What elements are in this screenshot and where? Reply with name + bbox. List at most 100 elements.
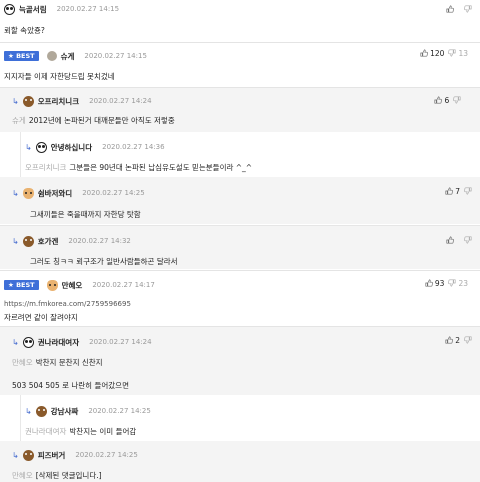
avatar	[22, 449, 34, 461]
reply-arrow-icon: ↳	[12, 188, 19, 198]
best-badge: ★ BEST	[4, 280, 39, 290]
comment-header: ↳ 피즈버거 2020.02.27 14:25	[12, 449, 138, 461]
vote-controls: 7	[445, 185, 472, 197]
vote-controls: 2	[445, 334, 472, 346]
comment-header: 늑골서림 2020.02.27 14:15	[4, 3, 119, 15]
avatar	[22, 187, 34, 199]
comment-date: 2020.02.27 14:17	[92, 281, 155, 289]
comment-author[interactable]: 슈게	[61, 51, 75, 62]
reply-target[interactable]: 슈게	[12, 116, 26, 125]
avatar	[46, 51, 57, 61]
reply-item: ↳ 쉼바저와디 2020.02.27 14:25 7 그새끼들은 죽을때까지 자…	[0, 177, 480, 224]
comment-date: 2020.02.27 14:15	[84, 52, 147, 60]
thumbs-up-icon[interactable]	[434, 96, 443, 104]
reply-arrow-icon: ↳	[12, 96, 19, 106]
comment-text: 만혜오 [삭제된 댓글입니다.]	[12, 471, 102, 480]
thumbs-up-icon[interactable]	[420, 49, 428, 57]
comment-date: 2020.02.27 14:25	[88, 407, 151, 415]
comment-date: 2020.02.27 14:32	[68, 237, 131, 245]
reply-arrow-icon: ↳	[12, 337, 19, 347]
comment-header: ↳ 강남사짜 2020.02.27 14:25	[25, 405, 151, 417]
comment-link[interactable]: https://m.fmkorea.com/2759596695	[4, 300, 131, 308]
comment-item-best: ★ BEST 만혜오 2020.02.27 14:17 93 23 https:…	[0, 271, 480, 325]
vote-controls: 120 13	[420, 47, 472, 59]
upvote-count: 120	[430, 48, 445, 58]
reply-arrow-icon: ↳	[25, 142, 32, 152]
comment-author[interactable]: 쉼바저와디	[38, 188, 73, 199]
reply-item: ↳ 오프리치니크 2020.02.27 14:24 6 0 슈게2012년에 논…	[0, 88, 480, 132]
comment-author[interactable]: 피즈버거	[38, 450, 66, 461]
comment-text: 지지자들 이제 자한당드립 못치겄네	[4, 72, 115, 81]
thumbs-down-icon[interactable]	[464, 236, 472, 244]
comment-header: ★ BEST 슈게 2020.02.27 14:15	[4, 50, 147, 62]
reply-target[interactable]: 권나라대여자	[25, 427, 66, 436]
reply-arrow-icon: ↳	[25, 406, 32, 416]
reply-item: ↳ 호가겐 2020.02.27 14:32 그러도 칭ㅋㅋ 뢰구조가 일반사람…	[0, 225, 480, 269]
thumbs-up-icon[interactable]	[446, 5, 454, 13]
comment-header: ↳ 호가겐 2020.02.27 14:32	[12, 235, 131, 247]
thumbs-up-icon[interactable]	[445, 336, 454, 344]
comment-date: 2020.02.27 14:24	[89, 338, 152, 346]
thumbs-down-icon[interactable]	[448, 49, 456, 57]
reply-target[interactable]: 만혜오	[12, 471, 33, 480]
thumbs-down-icon[interactable]	[464, 336, 472, 344]
comment-text: 뢰할 속았죵?	[4, 26, 45, 35]
comment-item-best: ★ BEST 슈게 2020.02.27 14:15 120 13 지지자들 이…	[0, 43, 480, 83]
comment-header: ↳ 오프리치니크 2020.02.27 14:24	[12, 95, 152, 107]
upvote-count: 93	[434, 278, 445, 288]
avatar	[22, 235, 34, 247]
comment-text: 권나라대여자 박찬지는 이미 들어감	[25, 427, 137, 436]
thumbs-down-icon[interactable]	[448, 279, 456, 287]
comment-text: 그러도 칭ㅋㅋ 뢰구조가 일반사람들하곤 달라서	[30, 257, 178, 266]
thumbs-up-icon[interactable]	[445, 187, 454, 195]
avatar	[35, 405, 47, 417]
comment-text: 만혜오 박찬지 문찬지 신찬지	[12, 358, 103, 367]
comment-author[interactable]: 오프리치니크	[38, 96, 79, 107]
avatar	[35, 141, 47, 153]
comment-header: ★ BEST 만혜오 2020.02.27 14:17	[4, 279, 155, 291]
thumbs-down-icon[interactable]	[464, 187, 472, 195]
comment-date: 2020.02.27 14:15	[56, 5, 120, 13]
comment-date: 2020.02.27 14:36	[102, 143, 165, 151]
thumbs-up-icon[interactable]	[446, 236, 454, 244]
reply-item: ↳ 피즈버거 2020.02.27 14:25 만혜오 [삭제된 댓글입니다.]	[0, 441, 480, 482]
reply-arrow-icon: ↳	[12, 450, 19, 460]
comment-author[interactable]: 호가겐	[38, 236, 59, 247]
upvote-count: 7	[455, 186, 460, 196]
vote-controls: 93 23	[425, 277, 472, 289]
comment-author[interactable]: 늑골서림	[19, 4, 47, 15]
downvote-count: 13	[458, 48, 468, 58]
reply-target[interactable]: 만혜오	[12, 358, 33, 367]
avatar	[22, 336, 34, 348]
avatar	[22, 95, 34, 107]
comment-date: 2020.02.27 14:24	[89, 97, 152, 105]
reply-arrow-icon: ↳	[12, 236, 19, 246]
comment-author[interactable]: 안녕하십니다	[51, 142, 92, 153]
comment-text-line2: 503 504 505 로 나란히 들어갔으면	[12, 381, 129, 390]
thumbs-down-icon[interactable]	[464, 5, 472, 13]
comment-text: 오프리치니크 그분들은 90년대 논파된 납심유도설도 믿는분들이라 ^_^	[25, 163, 253, 172]
reply-item-nested: ↳ 안녕하십니다 2020.02.27 14:36 오프리치니크 그분들은 90년…	[20, 132, 480, 177]
comment-author[interactable]: 권나라대여자	[38, 337, 79, 348]
avatar	[4, 3, 15, 15]
comment-date: 2020.02.27 14:25	[82, 189, 145, 197]
vote-controls	[446, 3, 472, 15]
comment-header: ↳ 쉼바저와디 2020.02.27 14:25	[12, 187, 145, 199]
thumbs-down-icon[interactable]	[453, 96, 461, 104]
comment-header: ↳ 권나라대여자 2020.02.27 14:24	[12, 336, 152, 348]
comment-text: 자르려면 같이 잘려야지	[4, 313, 78, 322]
vote-controls	[446, 234, 472, 246]
avatar	[46, 279, 58, 291]
vote-controls: 6 0	[434, 94, 472, 106]
comment-text: 슈게 2012년에 논파된거 대깨문들만 아직도 저렇중	[12, 116, 175, 125]
comment-text: 그새끼들은 죽을때까지 자한당 탓함	[30, 210, 141, 219]
reply-target[interactable]: 오프리치니크	[25, 163, 66, 172]
thumbs-up-icon[interactable]	[425, 279, 433, 287]
best-badge: ★ BEST	[4, 51, 39, 61]
reply-item: ↳ 권나라대여자 2020.02.27 14:24 2 만혜오 박찬지 문찬지 신…	[0, 327, 480, 395]
comment-item: 늑골서림 2020.02.27 14:15 뢰할 속았죵?	[0, 0, 480, 46]
comment-author[interactable]: 만혜오	[62, 280, 83, 291]
comment-author[interactable]: 강남사짜	[51, 406, 79, 417]
comment-header: ↳ 안녕하십니다 2020.02.27 14:36	[25, 141, 165, 153]
downvote-count: 23	[458, 278, 468, 288]
